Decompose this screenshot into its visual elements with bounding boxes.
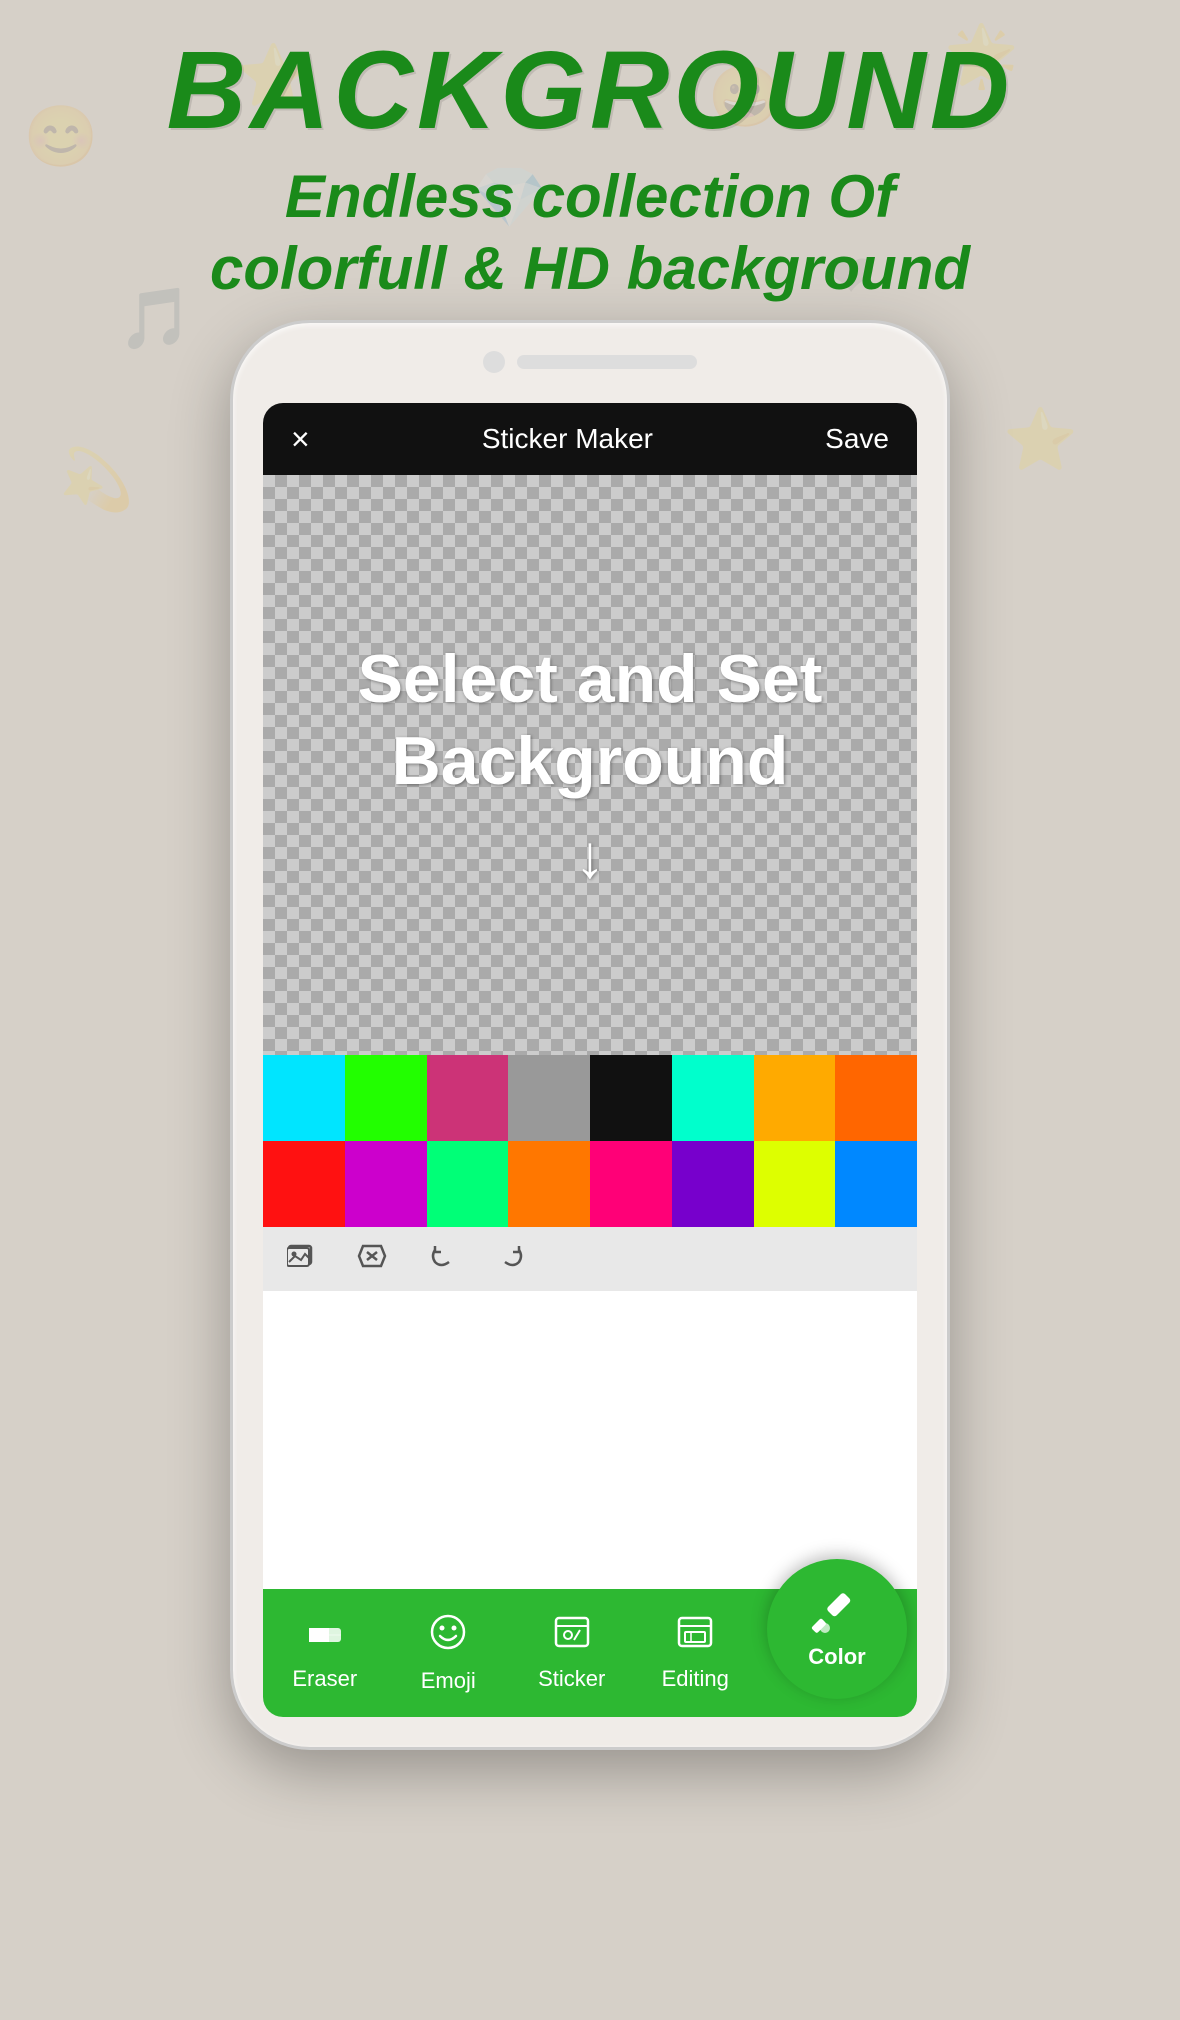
undo-icon[interactable] [427,1242,457,1277]
phone-outer: × Sticker Maker Save Select and Set Back… [230,320,950,1750]
redo-icon[interactable] [497,1242,527,1277]
color-swatch-cyan[interactable] [263,1055,345,1141]
nav-label-sticker: Sticker [538,1666,605,1692]
toolbar-row [263,1227,917,1291]
sticker-icon [552,1614,592,1660]
nav-label-emoji: Emoji [421,1668,476,1694]
bottom-nav: Eraser Emoji [263,1589,917,1717]
subtitle-line1: Endless collection Of [285,163,895,230]
nav-item-emoji[interactable]: Emoji [387,1589,511,1717]
color-fab-label: Color [808,1644,865,1670]
color-swatch-yellow[interactable] [754,1141,836,1227]
phone-camera [483,351,505,373]
color-swatch-purple[interactable] [672,1141,754,1227]
nav-label-editing: Editing [662,1666,729,1692]
top-section: BACKGROUND Endless collection Of colorfu… [0,0,1180,305]
app-title: Sticker Maker [482,423,653,455]
color-palette-row2 [263,1141,917,1227]
color-swatch-blue[interactable] [835,1141,917,1227]
nav-item-eraser[interactable]: Eraser [263,1589,387,1717]
canvas-area[interactable]: Select and Set Background ↓ [263,475,917,1055]
color-swatch-darkorange[interactable] [508,1141,590,1227]
nav-label-eraser: Eraser [292,1666,357,1692]
color-swatch-green[interactable] [345,1055,427,1141]
phone-screen: × Sticker Maker Save Select and Set Back… [263,403,917,1717]
color-swatch-black[interactable] [590,1055,672,1141]
color-swatch-gray[interactable] [508,1055,590,1141]
color-swatch-teal[interactable] [672,1055,754,1141]
color-palette-row1 [263,1055,917,1141]
nav-item-sticker[interactable]: Sticker [510,1589,634,1717]
color-swatch-hotpink[interactable] [590,1141,672,1227]
phone-wrapper: × Sticker Maker Save Select and Set Back… [230,320,950,1750]
eraser-icon [305,1614,345,1660]
canvas-instruction-text: Select and Set Background [358,639,823,802]
app-header: × Sticker Maker Save [263,403,917,475]
emoji-icon [428,1612,468,1662]
color-swatch-magenta[interactable] [345,1141,427,1227]
phone-top-bar [483,351,697,373]
editing-icon [675,1614,715,1660]
color-swatch-amber[interactable] [754,1055,836,1141]
phone-speaker [517,355,697,369]
color-swatch-orange[interactable] [835,1055,917,1141]
remove-icon[interactable] [357,1242,387,1277]
main-title: BACKGROUND [0,30,1180,151]
color-swatch-pink[interactable] [427,1055,509,1141]
eyedropper-icon [811,1588,863,1640]
color-swatch-red[interactable] [263,1141,345,1227]
subtitle-line2: colorfull & HD background [210,235,970,302]
color-fab[interactable]: Color [767,1559,907,1699]
save-button[interactable]: Save [825,423,889,455]
close-button[interactable]: × [291,421,310,458]
subtitle: Endless collection Of colorfull & HD bac… [0,161,1180,305]
canvas-arrow-icon: ↓ [575,822,605,891]
gallery-icon[interactable] [287,1242,317,1277]
nav-item-editing[interactable]: Editing [634,1589,758,1717]
color-swatch-lime[interactable] [427,1141,509,1227]
